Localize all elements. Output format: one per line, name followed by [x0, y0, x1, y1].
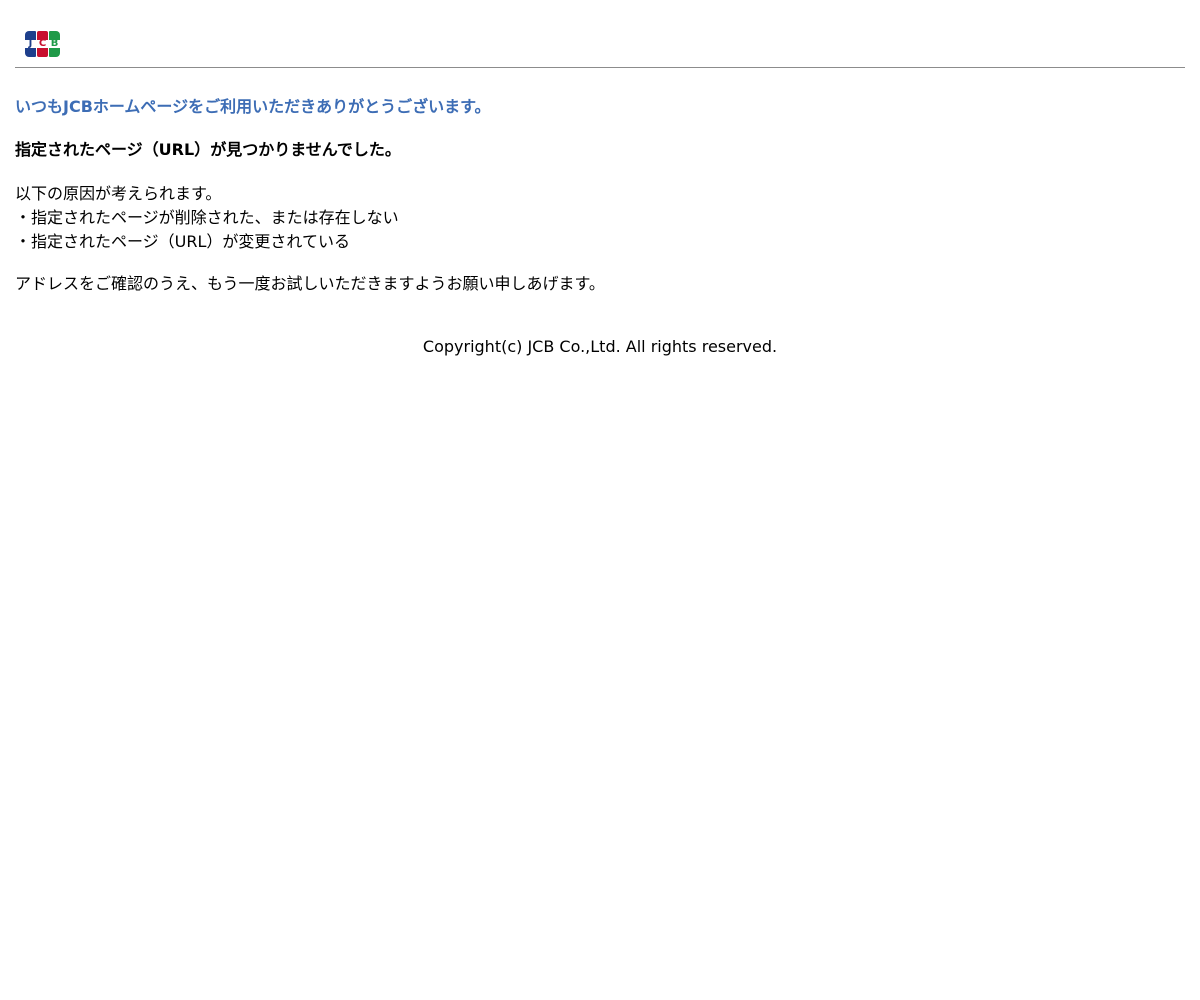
- jcb-logo-panel-blue: J: [25, 31, 36, 57]
- jcb-logo-letter-j: J: [28, 38, 33, 49]
- cause-item: ・指定されたページ（URL）が変更されている: [15, 232, 350, 251]
- cause-item: ・指定されたページが削除された、または存在しない: [15, 208, 399, 227]
- jcb-logo-panel-red: C: [37, 31, 48, 57]
- page-header: J C B: [15, 0, 1185, 68]
- main-content: いつもJCBホームページをご利用いただきありがとうございます。 指定されたページ…: [15, 96, 1185, 295]
- advice-message: アドレスをご確認のうえ、もう一度お試しいただきますようお願い申しあげます。: [15, 274, 605, 293]
- jcb-logo-letter-c: C: [38, 38, 47, 49]
- greeting-message: いつもJCBホームページをご利用いただきありがとうございます。: [15, 97, 491, 116]
- jcb-logo-letter-b: B: [50, 38, 59, 49]
- causes-list: 以下の原因が考えられます。 ・指定されたページが削除された、または存在しない ・…: [15, 182, 1185, 254]
- jcb-logo-panel-green: B: [49, 31, 60, 57]
- copyright-footer: Copyright(c) JCB Co.,Ltd. All rights res…: [422, 337, 778, 356]
- jcb-logo-icon: J C B: [25, 31, 60, 57]
- causes-intro: 以下の原因が考えられます。: [15, 184, 222, 203]
- not-found-heading: 指定されたページ（URL）が見つかりませんでした。: [15, 140, 401, 159]
- error-page: J C B いつもJCBホームページをご利用いただきありがとうございます。 指定…: [0, 0, 1200, 1000]
